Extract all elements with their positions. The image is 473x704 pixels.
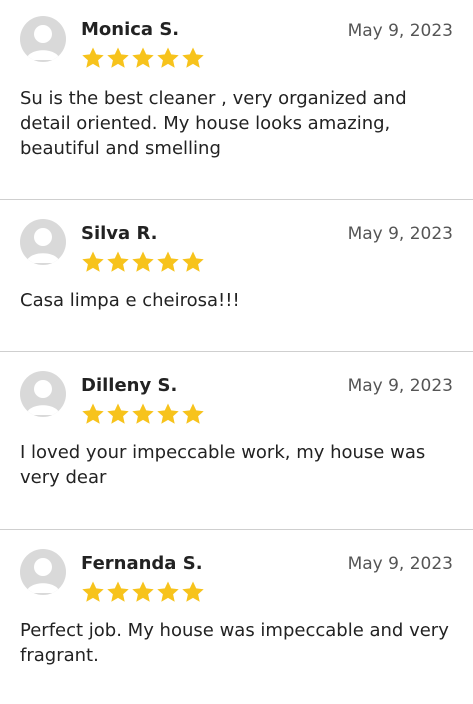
star-rating — [81, 250, 205, 274]
star-icon — [81, 46, 105, 70]
star-icon — [181, 46, 205, 70]
divider — [0, 529, 473, 530]
star-icon — [81, 402, 105, 426]
divider — [0, 199, 473, 200]
avatar — [20, 549, 66, 595]
avatar — [20, 371, 66, 417]
review-text: Perfect job. My house was impeccable and… — [20, 620, 449, 666]
star-icon — [131, 250, 155, 274]
star-icon — [81, 580, 105, 604]
star-icon — [106, 250, 130, 274]
star-icon — [131, 580, 155, 604]
star-icon — [106, 402, 130, 426]
star-icon — [156, 580, 180, 604]
star-icon — [106, 580, 130, 604]
reviewer-name: Silva R. — [81, 223, 158, 244]
review-date: May 9, 2023 — [347, 554, 453, 574]
star-icon — [156, 46, 180, 70]
review-date: May 9, 2023 — [347, 224, 453, 244]
avatar — [20, 219, 66, 265]
review-text: I loved your impeccable work, my house w… — [20, 442, 426, 488]
star-rating — [81, 402, 205, 426]
reviewer-name: Fernanda S. — [81, 553, 203, 574]
avatar — [20, 16, 66, 62]
review-date: May 9, 2023 — [347, 21, 453, 41]
star-icon — [181, 250, 205, 274]
star-icon — [156, 402, 180, 426]
review-text: Casa limpa e cheirosa!!! — [20, 290, 240, 311]
star-icon — [131, 46, 155, 70]
star-icon — [181, 580, 205, 604]
star-icon — [81, 250, 105, 274]
reviewer-name: Monica S. — [81, 19, 180, 40]
star-icon — [131, 402, 155, 426]
divider — [0, 351, 473, 352]
star-rating — [81, 46, 205, 70]
star-icon — [156, 250, 180, 274]
star-icon — [106, 46, 130, 70]
star-icon — [181, 402, 205, 426]
review-text: Su is the best cleaner , very organized … — [20, 88, 407, 159]
reviewer-name: Dilleny S. — [81, 375, 178, 396]
star-rating — [81, 580, 205, 604]
review-date: May 9, 2023 — [347, 376, 453, 396]
